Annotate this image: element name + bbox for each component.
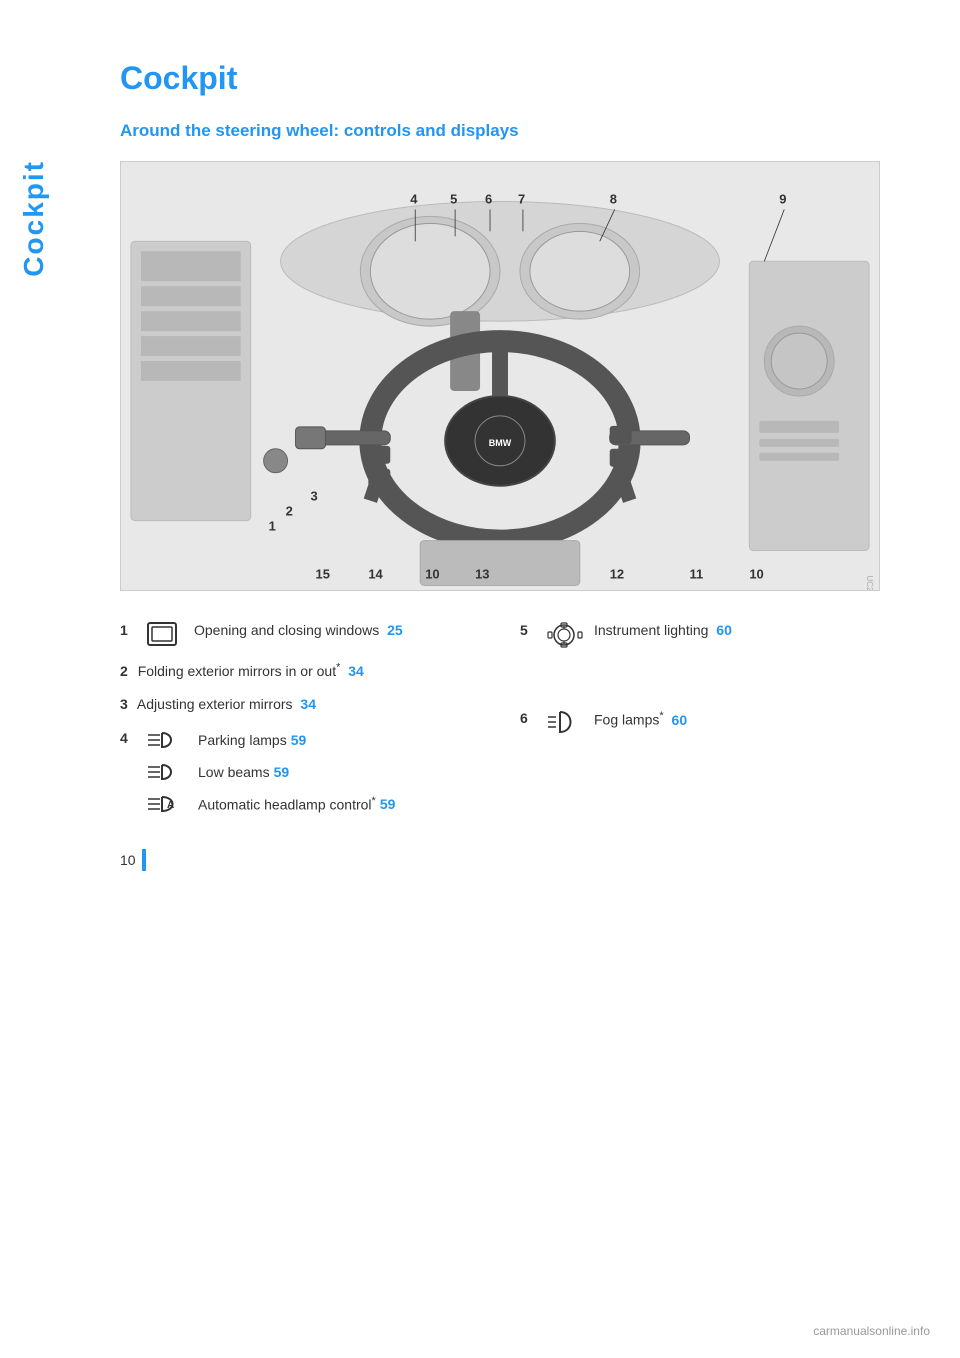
svg-text:10: 10 bbox=[749, 566, 763, 581]
svg-text:11: 11 bbox=[690, 566, 704, 581]
item-4-parking: Parking lamps 59 bbox=[146, 729, 480, 751]
svg-text:13: 13 bbox=[475, 566, 489, 581]
svg-text:7: 7 bbox=[518, 191, 525, 206]
auto-headlamp-icon: A bbox=[146, 793, 190, 815]
low-beams-icon bbox=[146, 761, 190, 783]
item-3-page: 34 bbox=[300, 696, 316, 712]
svg-text:12: 12 bbox=[610, 566, 624, 581]
item-1-text: Opening and closing windows 25 bbox=[194, 621, 480, 641]
auto-headlamp-text: Automatic headlamp control* bbox=[198, 795, 376, 813]
fog-lamps-svg bbox=[546, 709, 586, 735]
svg-text:UC26900en: UC26900en bbox=[865, 575, 874, 591]
right-column: 5 bbox=[510, 621, 900, 829]
item-2-text: Folding exterior mirrors in or out* bbox=[138, 663, 341, 679]
svg-text:2: 2 bbox=[286, 504, 293, 519]
svg-text:BMW: BMW bbox=[489, 438, 512, 448]
low-beams-page: 59 bbox=[274, 764, 290, 780]
instrument-lighting-svg bbox=[546, 621, 586, 649]
item-4: 4 bbox=[120, 729, 480, 825]
items-grid: 1 Opening and closing windows 25 2 Foldi… bbox=[120, 621, 900, 829]
instrument-lighting-icon bbox=[546, 621, 586, 649]
low-beams-svg bbox=[146, 761, 190, 783]
svg-text:8: 8 bbox=[610, 191, 617, 206]
svg-text:14: 14 bbox=[368, 566, 383, 581]
left-column: 1 Opening and closing windows 25 2 Foldi… bbox=[120, 621, 510, 829]
item-6-number: 6 bbox=[520, 709, 540, 729]
svg-text:3: 3 bbox=[311, 489, 318, 504]
parking-lamps-svg bbox=[146, 729, 190, 751]
low-beams-text: Low beams bbox=[198, 764, 270, 780]
svg-text:4: 4 bbox=[410, 191, 418, 206]
cockpit-svg: BMW bbox=[121, 161, 879, 591]
item-3-text: Adjusting exterior mirrors bbox=[137, 696, 293, 712]
item-4-lowbeams: Low beams 59 bbox=[146, 761, 480, 783]
page-bar bbox=[142, 849, 146, 871]
item-6: 6 Fog lamps* 60 bbox=[520, 709, 900, 735]
svg-text:6: 6 bbox=[485, 191, 492, 206]
svg-text:9: 9 bbox=[779, 191, 786, 206]
section-subtitle: Around the steering wheel: controls and … bbox=[120, 121, 900, 141]
item-4-number: 4 bbox=[120, 729, 140, 749]
item-2-page: 34 bbox=[348, 663, 364, 679]
svg-text:5: 5 bbox=[450, 191, 457, 206]
page-title: Cockpit bbox=[120, 60, 900, 97]
item-5-page: 60 bbox=[716, 622, 732, 638]
svg-text:10: 10 bbox=[425, 566, 439, 581]
item-1-icon bbox=[146, 621, 186, 647]
cockpit-diagram: BMW bbox=[120, 161, 880, 591]
site-logo: carmanualsonline.info bbox=[813, 1324, 930, 1338]
window-icon bbox=[146, 621, 178, 647]
item-2: 2 Folding exterior mirrors in or out* 34 bbox=[120, 661, 480, 681]
item-5-text: Instrument lighting 60 bbox=[594, 621, 900, 641]
sidebar-chapter-label: Cockpit bbox=[18, 160, 50, 277]
item-1-page: 25 bbox=[387, 622, 403, 638]
item-4-autoheadlamp: A Automatic headlamp control* 59 bbox=[146, 793, 480, 815]
svg-text:15: 15 bbox=[315, 566, 329, 581]
auto-headlamp-svg: A bbox=[146, 793, 190, 815]
item-3: 3 Adjusting exterior mirrors 34 bbox=[120, 695, 480, 715]
svg-text:A: A bbox=[167, 800, 174, 811]
item-5: 5 bbox=[520, 621, 900, 649]
page-number-area: 10 bbox=[120, 849, 900, 871]
page-number-text: 10 bbox=[120, 852, 136, 868]
auto-headlamp-page: 59 bbox=[380, 796, 396, 812]
item-6-text: Fog lamps* 60 bbox=[594, 709, 900, 730]
item-2-number: 2 bbox=[120, 663, 128, 679]
item-6-asterisk: * bbox=[659, 710, 663, 722]
fog-lamps-icon bbox=[546, 709, 586, 735]
item-1: 1 Opening and closing windows 25 bbox=[120, 621, 480, 647]
item-5-number: 5 bbox=[520, 621, 540, 641]
parking-lamps-text: Parking lamps bbox=[198, 732, 287, 748]
item-6-page: 60 bbox=[672, 712, 688, 728]
item-3-number: 3 bbox=[120, 696, 128, 712]
parking-lamps-icon bbox=[146, 729, 190, 751]
svg-text:1: 1 bbox=[269, 519, 276, 534]
parking-lamps-page: 59 bbox=[291, 732, 307, 748]
item-1-number: 1 bbox=[120, 621, 140, 641]
